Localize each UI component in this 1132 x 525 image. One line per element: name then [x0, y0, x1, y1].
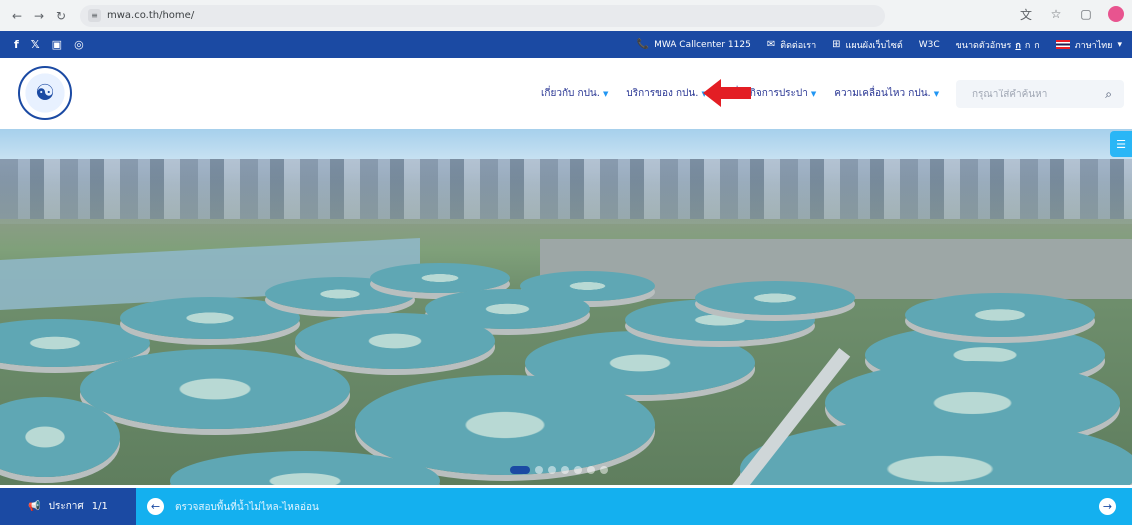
contact-link[interactable]: ✉ ติดต่อเรา: [767, 38, 816, 52]
carousel-dot[interactable]: [574, 466, 582, 474]
font-size-large[interactable]: ก: [1034, 38, 1039, 52]
accessibility-panel-icon[interactable]: ☰: [1110, 131, 1132, 157]
hero-banner: [0, 129, 1132, 485]
x-twitter-icon[interactable]: 𝕏: [31, 38, 40, 51]
language-selector[interactable]: ภาษาไทย ▾: [1055, 38, 1122, 52]
thai-flag-icon: [1055, 40, 1070, 49]
chevron-down-icon: ▼: [602, 89, 609, 98]
carousel-dot[interactable]: [587, 466, 595, 474]
nav-services-label: บริการของ กปน.: [626, 88, 699, 99]
red-pointer-arrow-icon: [703, 79, 751, 107]
announcement-text[interactable]: ตรวจสอบพื้นที่น้ำไม่ไหล-ไหลอ่อน: [175, 500, 319, 515]
font-size-label: ขนาดตัวอักษร: [955, 40, 1012, 51]
facebook-icon[interactable]: f: [14, 38, 19, 51]
carousel-dot-active[interactable]: [510, 466, 530, 474]
search-icon[interactable]: ⌕: [1105, 87, 1112, 102]
contact-label: ติดต่อเรา: [780, 40, 817, 51]
instagram-icon[interactable]: ◎: [74, 38, 84, 51]
address-bar[interactable]: ≡ mwa.co.th/home/: [80, 4, 885, 27]
search-box: ⌕: [956, 80, 1124, 108]
clarifier-tank: [120, 297, 300, 339]
megaphone-icon: 📢: [28, 501, 41, 512]
font-size-medium[interactable]: ก: [1025, 38, 1030, 52]
carousel-dot[interactable]: [600, 466, 608, 474]
announcement-bar: 📢 ประกาศ 1/1 ← ตรวจสอบพื้นที่น้ำไม่ไหล-ไ…: [0, 488, 1132, 525]
back-icon[interactable]: ←: [8, 7, 26, 25]
bookmark-star-icon[interactable]: ☆: [1048, 6, 1064, 22]
w3c-label: W3C: [918, 39, 940, 50]
announcement-next-button[interactable]: →: [1099, 498, 1116, 515]
callcenter-link[interactable]: 📞 MWA Callcenter 1125: [637, 39, 751, 50]
chevron-down-icon: ▼: [933, 89, 940, 98]
font-size-small[interactable]: ก: [1015, 38, 1020, 52]
w3c-link[interactable]: W3C: [919, 40, 940, 50]
url-text: mwa.co.th/home/: [107, 10, 195, 21]
search-input[interactable]: [972, 88, 1092, 100]
reload-icon[interactable]: ↻: [52, 7, 70, 25]
clarifier-tank: [905, 293, 1095, 337]
utility-bar: f 𝕏 ▣ ◎ 📞 MWA Callcenter 1125 ✉ ติดต่อเร…: [0, 31, 1132, 58]
clarifier-tank: [695, 281, 855, 315]
carousel-dot[interactable]: [561, 466, 569, 474]
site-header: ☯ เกี่ยวกับ กปน. ▼ บริการของ กปน. ▼ รู้เ…: [0, 58, 1132, 129]
chevron-down-icon: ▾: [1117, 39, 1122, 50]
nav-about-label: เกี่ยวกับ กปน.: [541, 88, 600, 99]
carousel-dots: [510, 466, 608, 474]
chevron-down-icon: ▼: [810, 89, 817, 98]
youtube-icon[interactable]: ▣: [52, 38, 62, 51]
sidebar-icon[interactable]: ▢: [1078, 6, 1094, 22]
callcenter-label: MWA Callcenter 1125: [654, 39, 751, 50]
sitemap-link[interactable]: ⊞ แผนผังเว็บไซต์: [832, 38, 903, 52]
language-label: ภาษาไทย: [1074, 40, 1113, 51]
mwa-logo[interactable]: ☯: [18, 66, 72, 120]
mail-icon: ✉: [766, 39, 776, 50]
nav-about[interactable]: เกี่ยวกับ กปน. ▼: [541, 86, 608, 101]
clarifier-tank: [295, 313, 495, 369]
announcement-prev-button[interactable]: ←: [147, 498, 164, 515]
translate-icon[interactable]: 文: [1018, 6, 1034, 22]
sitemap-label: แผนผังเว็บไซต์: [845, 40, 903, 51]
nav-news-label: ความเคลื่อนไหว กปน.: [834, 88, 931, 99]
site-settings-icon[interactable]: ≡: [88, 9, 101, 22]
carousel-dot[interactable]: [548, 466, 556, 474]
nav-services[interactable]: บริการของ กปน. ▼: [626, 86, 706, 101]
social-links: f 𝕏 ▣ ◎: [14, 38, 84, 51]
clarifier-tank: [80, 349, 350, 429]
profile-avatar[interactable]: [1108, 6, 1124, 22]
phone-icon: 📞: [636, 39, 650, 50]
forward-icon[interactable]: →: [30, 7, 48, 25]
font-size-control: ขนาดตัวอักษร ก ก ก: [956, 38, 1040, 52]
browser-toolbar: ← → ↻ ≡ mwa.co.th/home/ 文 ☆ ▢: [0, 0, 1132, 31]
announcement-label: 📢 ประกาศ 1/1: [0, 488, 136, 525]
announcement-counter: 1/1: [91, 501, 108, 512]
carousel-dot[interactable]: [535, 466, 543, 474]
nav-news[interactable]: ความเคลื่อนไหว กปน. ▼: [834, 86, 939, 101]
skyline-haze: [0, 169, 1132, 224]
sitemap-icon: ⊞: [832, 39, 841, 50]
announcement-title: ประกาศ: [48, 501, 84, 512]
